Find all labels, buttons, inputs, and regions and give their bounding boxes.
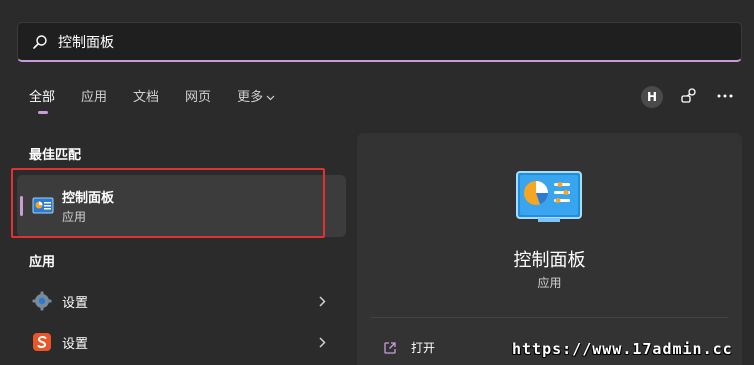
watermark-text: https://www.17admin.cc [512, 340, 733, 358]
search-value: 控制面板 [58, 34, 114, 51]
more-options-icon[interactable] [716, 87, 734, 105]
tab-more[interactable]: 更多 [237, 88, 275, 108]
gear-icon [32, 291, 52, 311]
open-action[interactable]: 打开 [383, 339, 435, 356]
avatar[interactable]: H [641, 86, 663, 108]
tab-web[interactable]: 网页 [185, 88, 211, 108]
app-item-label: 设置 [62, 295, 89, 311]
detail-name: 控制面板 [513, 250, 586, 271]
control-panel-icon [516, 171, 582, 222]
sogou-icon [33, 333, 51, 351]
chevron-right-icon[interactable] [319, 295, 326, 307]
search-icon [33, 34, 47, 49]
best-match-title: 最佳匹配 [29, 148, 82, 163]
open-icon [384, 341, 396, 354]
app-item-sogou-settings[interactable]: 设置 [17, 322, 346, 362]
tab-documents[interactable]: 文档 [133, 88, 159, 108]
app-item-settings[interactable]: 设置 [17, 281, 346, 321]
divider [371, 317, 728, 318]
tab-more-label: 更多 [237, 90, 264, 105]
detail-kind: 应用 [537, 276, 562, 290]
apps-section-title: 应用 [29, 255, 56, 270]
tab-all[interactable]: 全部 [29, 88, 55, 114]
tab-apps[interactable]: 应用 [81, 88, 107, 108]
search-input[interactable]: 控制面板 [17, 22, 742, 62]
highlight-box [11, 168, 325, 238]
app-item-label: 设置 [62, 336, 89, 352]
chevron-right-icon[interactable] [319, 336, 326, 348]
detail-panel: 控制面板 应用 打开 [357, 133, 742, 365]
share-icon[interactable] [680, 87, 698, 105]
filter-tabs: 全部 应用 文档 网页 更多 [29, 88, 301, 114]
open-action-label: 打开 [411, 341, 436, 355]
chevron-down-icon [266, 95, 275, 100]
